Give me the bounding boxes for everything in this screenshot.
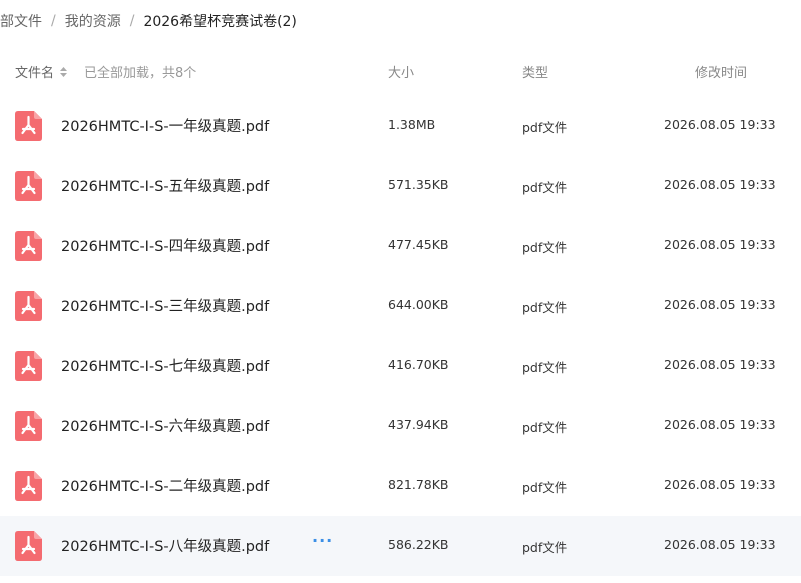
pdf-file-icon [15,231,42,261]
breadcrumb-item-current-folder: 2026希望杯竞赛试卷(2) [143,14,297,30]
more-actions-icon[interactable]: ··· [312,531,333,550]
column-header-type[interactable]: 类型 [522,62,548,81]
file-modified-time: 2026.08.05 19:33 [664,117,776,132]
breadcrumb-item-my-resources[interactable]: 我的资源 [65,11,121,31]
file-modified-time: 2026.08.05 19:33 [664,357,776,372]
pdf-file-icon [15,111,42,141]
pdf-file-icon [15,531,42,561]
file-name[interactable]: 2026HMTC-I-S-五年级真题.pdf [61,175,269,196]
sort-icon[interactable] [60,66,67,81]
file-size: 416.70KB [388,357,449,372]
file-size: 477.45KB [388,237,449,252]
file-size: 586.22KB [388,537,449,552]
breadcrumb-item-all-files[interactable]: 部文件 [0,11,42,31]
file-name[interactable]: 2026HMTC-I-S-三年级真题.pdf [61,295,269,316]
file-row[interactable]: 2026HMTC-I-S-一年级真题.pdf 1.38MB pdf文件 2026… [0,96,801,156]
file-size: 644.00KB [388,297,449,312]
file-modified-time: 2026.08.05 19:33 [664,417,776,432]
pdf-file-icon [15,291,42,321]
file-size: 437.94KB [388,417,449,432]
file-size: 571.35KB [388,177,449,192]
column-header-name[interactable]: 文件名 [15,62,54,81]
file-type: pdf文件 [522,420,568,435]
file-size: 1.38MB [388,117,436,132]
file-type: pdf文件 [522,120,568,135]
file-size: 821.78KB [388,477,449,492]
file-row[interactable]: 2026HMTC-I-S-二年级真题.pdf 821.78KB pdf文件 20… [0,456,801,516]
loaded-status-text: 已全部加载，共8个 [84,66,197,81]
file-row[interactable]: 2026HMTC-I-S-五年级真题.pdf 571.35KB pdf文件 20… [0,156,801,216]
file-name[interactable]: 2026HMTC-I-S-四年级真题.pdf [61,235,269,256]
file-modified-time: 2026.08.05 19:33 [664,237,776,252]
file-type: pdf文件 [522,300,568,315]
file-type: pdf文件 [522,360,568,375]
file-row[interactable]: 2026HMTC-I-S-七年级真题.pdf 416.70KB pdf文件 20… [0,336,801,396]
breadcrumb-separator: / [51,13,56,29]
file-row[interactable]: 2026HMTC-I-S-三年级真题.pdf 644.00KB pdf文件 20… [0,276,801,336]
file-type: pdf文件 [522,480,568,495]
column-header-size[interactable]: 大小 [388,62,414,81]
file-list-header: 文件名 已全部加载，共8个 大小 类型 修改时间 [0,52,801,88]
file-name[interactable]: 2026HMTC-I-S-八年级真题.pdf [61,535,269,556]
file-type: pdf文件 [522,240,568,255]
file-modified-time: 2026.08.05 19:33 [664,177,776,192]
file-name[interactable]: 2026HMTC-I-S-一年级真题.pdf [61,115,269,136]
pdf-file-icon [15,411,42,441]
file-type: pdf文件 [522,180,568,195]
file-type: pdf文件 [522,540,568,555]
file-modified-time: 2026.08.05 19:33 [664,537,776,552]
breadcrumb-separator: / [129,13,135,29]
breadcrumb: 部文件 / 我的资源 / 2026希望杯竞赛试卷(2) [0,0,801,42]
file-modified-time: 2026.08.05 19:33 [664,297,776,312]
pdf-file-icon [15,171,42,201]
pdf-file-icon [15,351,42,381]
file-name[interactable]: 2026HMTC-I-S-二年级真题.pdf [61,475,269,496]
file-modified-time: 2026.08.05 19:33 [664,477,776,492]
file-row[interactable]: 2026HMTC-I-S-四年级真题.pdf 477.45KB pdf文件 20… [0,216,801,276]
file-row-hovered[interactable]: 2026HMTC-I-S-八年级真题.pdf ··· 586.22KB pdf文… [0,516,801,576]
column-header-modified-time[interactable]: 修改时间 [695,62,747,81]
pdf-file-icon [15,471,42,501]
file-row[interactable]: 2026HMTC-I-S-六年级真题.pdf 437.94KB pdf文件 20… [0,396,801,456]
file-name[interactable]: 2026HMTC-I-S-七年级真题.pdf [61,355,269,376]
file-name[interactable]: 2026HMTC-I-S-六年级真题.pdf [61,415,269,436]
